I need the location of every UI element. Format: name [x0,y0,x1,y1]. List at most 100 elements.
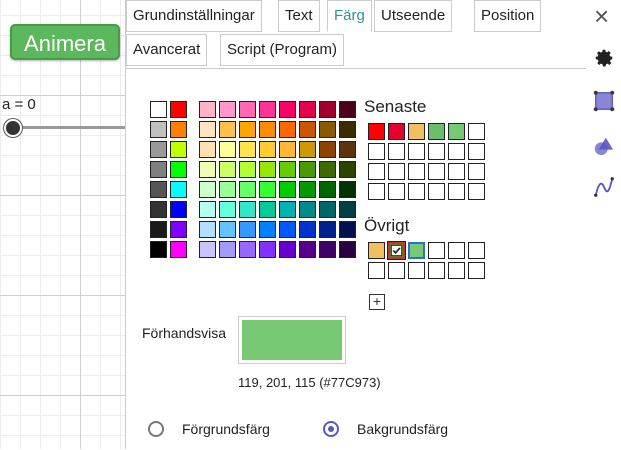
color-swatch[interactable] [199,161,216,178]
color-swatch[interactable] [299,121,316,138]
color-swatch[interactable] [170,241,187,258]
polygon-style-icon[interactable] [593,90,615,112]
slider-knob[interactable] [4,119,22,137]
foreground-radio[interactable] [148,421,164,437]
recent-color-swatch[interactable] [448,163,465,180]
color-swatch[interactable] [219,121,236,138]
color-swatch[interactable] [299,161,316,178]
color-swatch[interactable] [150,201,167,218]
recent-color-swatch[interactable] [388,143,405,160]
background-option[interactable]: Bakgrundsfärg [323,421,448,437]
other-color-swatch[interactable] [428,262,445,279]
color-swatch[interactable] [259,121,276,138]
color-swatch[interactable] [219,201,236,218]
color-swatch[interactable] [259,161,276,178]
color-swatch[interactable] [170,101,187,118]
color-swatch[interactable] [170,161,187,178]
recent-color-swatch[interactable] [448,183,465,200]
color-swatch[interactable] [170,221,187,238]
selected-color-swatch[interactable] [388,242,405,259]
foreground-option[interactable]: Förgrundsfärg [148,421,270,437]
color-swatch[interactable] [199,141,216,158]
color-swatch[interactable] [150,141,167,158]
color-swatch[interactable] [219,161,236,178]
color-swatch[interactable] [279,221,296,238]
recent-color-swatch[interactable] [428,123,445,140]
color-swatch[interactable] [279,161,296,178]
color-swatch[interactable] [170,121,187,138]
color-swatch[interactable] [259,141,276,158]
recent-color-swatch[interactable] [408,123,425,140]
recent-color-swatch[interactable] [448,143,465,160]
recent-color-swatch[interactable] [408,163,425,180]
tab-basic[interactable]: Grundinställningar [126,0,262,32]
color-swatch[interactable] [339,241,356,258]
color-swatch[interactable] [239,181,256,198]
hovered-color-swatch[interactable] [408,242,425,259]
color-swatch[interactable] [299,141,316,158]
color-swatch[interactable] [339,181,356,198]
color-swatch[interactable] [299,221,316,238]
other-color-swatch[interactable] [428,242,445,259]
color-swatch[interactable] [319,121,336,138]
color-swatch[interactable] [339,201,356,218]
color-swatch[interactable] [199,121,216,138]
color-swatch[interactable] [319,101,336,118]
color-swatch[interactable] [279,101,296,118]
tab-color[interactable]: Färg [327,0,372,32]
color-swatch[interactable] [319,141,336,158]
recent-color-swatch[interactable] [468,143,485,160]
color-swatch[interactable] [199,101,216,118]
color-swatch[interactable] [339,141,356,158]
recent-color-swatch[interactable] [428,183,445,200]
color-swatch[interactable] [219,241,236,258]
color-swatch[interactable] [279,121,296,138]
color-swatch[interactable] [219,221,236,238]
color-swatch[interactable] [319,221,336,238]
background-radio[interactable] [323,421,339,437]
tab-position[interactable]: Position [474,0,542,32]
other-color-swatch[interactable] [468,242,485,259]
recent-color-swatch[interactable] [408,143,425,160]
recent-color-swatch[interactable] [408,183,425,200]
tab-advanced[interactable]: Avancerat [126,34,208,66]
tab-scripting[interactable]: Script (Program) [220,34,345,66]
recent-color-swatch[interactable] [368,123,385,140]
color-swatch[interactable] [170,141,187,158]
color-swatch[interactable] [150,241,167,258]
color-swatch[interactable] [299,241,316,258]
recent-color-swatch[interactable] [368,163,385,180]
color-swatch[interactable] [279,181,296,198]
recent-color-swatch[interactable] [388,123,405,140]
color-swatch[interactable] [150,181,167,198]
color-swatch[interactable] [239,241,256,258]
other-color-swatch[interactable] [408,262,425,279]
graphics-view[interactable]: Animera a = 0 [0,0,130,449]
color-swatch[interactable] [219,141,236,158]
color-swatch[interactable] [199,241,216,258]
color-swatch[interactable] [150,221,167,238]
color-swatch[interactable] [279,201,296,218]
color-swatch[interactable] [279,241,296,258]
color-swatch[interactable] [299,201,316,218]
color-swatch[interactable] [319,241,336,258]
color-swatch[interactable] [239,161,256,178]
color-swatch[interactable] [199,201,216,218]
recent-color-swatch[interactable] [428,143,445,160]
color-swatch[interactable] [219,181,236,198]
color-swatch[interactable] [170,181,187,198]
recent-color-swatch[interactable] [468,123,485,140]
color-swatch[interactable] [259,181,276,198]
color-swatch[interactable] [150,101,167,118]
recent-color-swatch[interactable] [468,183,485,200]
color-swatch[interactable] [319,201,336,218]
color-swatch[interactable] [259,241,276,258]
tab-style[interactable]: Utseende [374,0,453,32]
color-swatch[interactable] [339,121,356,138]
color-swatch[interactable] [339,221,356,238]
color-swatch[interactable] [319,161,336,178]
other-color-swatch[interactable] [468,262,485,279]
other-color-swatch[interactable] [368,242,385,259]
other-color-swatch[interactable] [388,262,405,279]
color-swatch[interactable] [239,121,256,138]
